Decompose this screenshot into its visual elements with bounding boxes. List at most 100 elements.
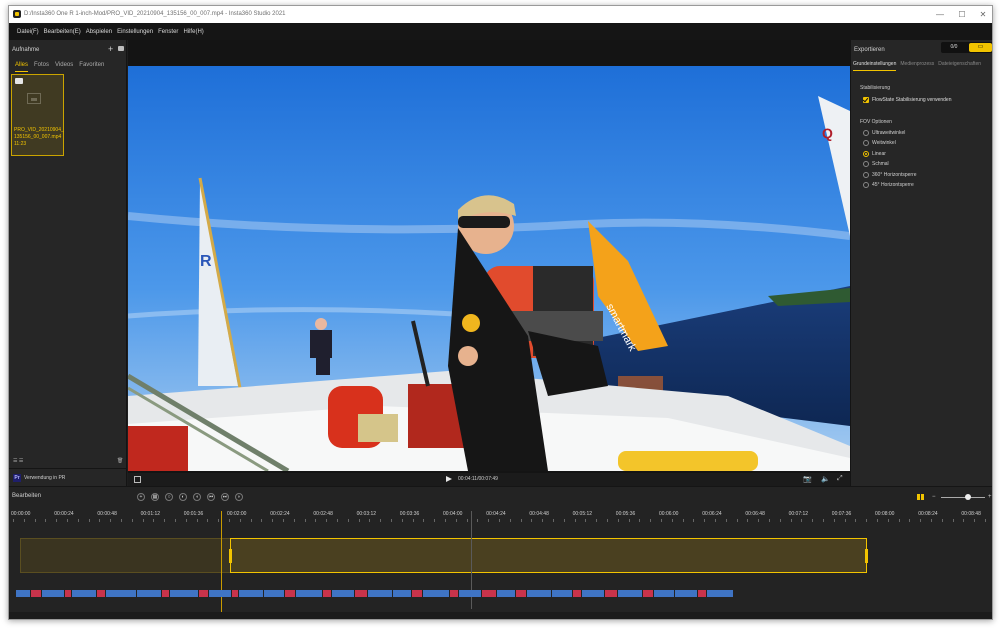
speed-segment-fast[interactable]	[162, 590, 169, 597]
speed-segment-fast[interactable]	[643, 590, 653, 597]
speed-segment-normal[interactable]	[393, 590, 411, 597]
fov-radio-45-horizontsperre[interactable]	[863, 182, 869, 188]
ruler-tick	[272, 519, 274, 522]
speed-segment-normal[interactable]	[137, 590, 161, 597]
speed-segment-normal[interactable]	[459, 590, 481, 597]
export-toggle[interactable]: 0/0 ▭	[941, 42, 992, 53]
tab-dateieigenschaften[interactable]: Dateieigenschaften	[938, 59, 981, 71]
speed-segment-fast[interactable]	[285, 590, 295, 597]
menu-einstellungen[interactable]: Einstellungen	[117, 29, 153, 35]
media-thumbnail[interactable]: PRO_VID_20210904_135156_00_007.mp4 11:23	[11, 74, 64, 156]
speed-segment-normal[interactable]	[707, 590, 733, 597]
timeline-scrollbar[interactable]	[9, 612, 992, 619]
fov-radio-linear[interactable]	[863, 151, 869, 157]
clip-end-handle[interactable]	[865, 549, 868, 563]
add-media-icon[interactable]: +	[108, 44, 113, 54]
snapshot-icon[interactable]: 📷	[803, 475, 812, 483]
timeline-mode-icon[interactable]	[917, 494, 924, 500]
close-button[interactable]: ✕	[972, 8, 992, 21]
speed-segment-normal[interactable]	[170, 590, 198, 597]
speed-segment-fast[interactable]	[605, 590, 617, 597]
keyframe-icon[interactable]: +	[137, 493, 145, 501]
reframe-icon[interactable]: ○	[165, 493, 173, 501]
fov-radio-ultraweitwinkel[interactable]	[863, 130, 869, 136]
fov-radio-schmal[interactable]	[863, 161, 869, 167]
play-button[interactable]	[446, 476, 452, 482]
speed-segment-normal[interactable]	[527, 590, 551, 597]
tab-medienprozess[interactable]: Medienprozess	[900, 59, 934, 71]
speed-segment-normal[interactable]	[72, 590, 96, 597]
speed-segment-normal[interactable]	[332, 590, 354, 597]
speed-segment-normal[interactable]	[618, 590, 642, 597]
premiere-row[interactable]: Pr Verwendung in PR	[9, 468, 127, 486]
speed-segment-normal[interactable]	[42, 590, 64, 597]
clip-start-handle[interactable]	[229, 549, 232, 563]
speed-segment-fast[interactable]	[65, 590, 71, 597]
speed-segment-fast[interactable]	[232, 590, 238, 597]
export-label[interactable]: Exportieren	[854, 47, 885, 53]
delete-icon[interactable]: 🗑	[117, 458, 123, 464]
speed-segment-normal[interactable]	[239, 590, 263, 597]
folder-icon[interactable]	[118, 46, 124, 51]
speed-segment-normal[interactable]	[106, 590, 136, 597]
speed-segment-normal[interactable]	[264, 590, 284, 597]
speed-segment-fast[interactable]	[31, 590, 41, 597]
ai-edit-icon[interactable]: ▦	[151, 493, 159, 501]
speed-segment-normal[interactable]	[423, 590, 449, 597]
volume-icon[interactable]: 🔈	[821, 475, 830, 483]
speed-segment-normal[interactable]	[552, 590, 572, 597]
speed-icon[interactable]: ◐	[179, 493, 187, 501]
speed-segment-fast[interactable]	[482, 590, 496, 597]
fov-radio-weitwinkel[interactable]	[863, 140, 869, 146]
speed-segment-normal[interactable]	[16, 590, 30, 597]
mark-in-icon[interactable]: ◖	[193, 493, 201, 501]
next-frame-icon[interactable]: ⏭	[221, 493, 229, 501]
speed-segment-normal[interactable]	[654, 590, 674, 597]
prev-frame-icon[interactable]: ⏮	[207, 493, 215, 501]
export-folder-icon[interactable]: ▭	[969, 43, 992, 52]
zoom-in-icon[interactable]: +	[988, 494, 992, 500]
tab-alles[interactable]: Alles	[15, 60, 29, 72]
speed-segment-fast[interactable]	[450, 590, 458, 597]
menu-datei[interactable]: Datei(F)	[17, 29, 39, 35]
ruler-tick	[563, 519, 565, 522]
zoom-slider-handle[interactable]	[965, 494, 971, 500]
menu-bearbeiten[interactable]: Bearbeiten(E)	[44, 29, 81, 35]
speed-segment-normal[interactable]	[368, 590, 392, 597]
ruler-tick	[974, 519, 976, 522]
fullscreen-icon[interactable]: ⤢	[837, 475, 843, 483]
playhead[interactable]	[221, 511, 222, 615]
menu-fenster[interactable]: Fenster	[158, 29, 178, 35]
split-view-icon[interactable]	[134, 476, 141, 483]
list-view-icon[interactable]: ☰ ☰	[13, 458, 23, 464]
speed-segment-fast[interactable]	[199, 590, 208, 597]
speed-segment-fast[interactable]	[323, 590, 331, 597]
tab-grundeinstellungen[interactable]: Grundeinstellungen	[853, 59, 897, 71]
ruler-label: 00:05:12	[572, 511, 593, 517]
menu-abspielen[interactable]: Abspielen	[86, 29, 112, 35]
zoom-slider-track[interactable]	[941, 497, 985, 498]
speed-segment-normal[interactable]	[582, 590, 604, 597]
speed-segment-fast[interactable]	[698, 590, 706, 597]
speed-segment-fast[interactable]	[516, 590, 526, 597]
speed-segment-normal[interactable]	[209, 590, 231, 597]
speed-segment-normal[interactable]	[497, 590, 515, 597]
batch-toggle-option[interactable]: 0/0	[941, 42, 967, 53]
tab-favoriten[interactable]: Favoriten	[79, 60, 104, 72]
flowstate-checkbox[interactable]	[863, 97, 869, 103]
speed-segment-normal[interactable]	[296, 590, 322, 597]
speed-segment-fast[interactable]	[412, 590, 422, 597]
tab-videos[interactable]: Videos	[55, 60, 73, 72]
speed-segment-fast[interactable]	[97, 590, 105, 597]
speed-segment-fast[interactable]	[573, 590, 581, 597]
speed-segment-normal[interactable]	[675, 590, 697, 597]
menu-hilfe[interactable]: Hilfe(H)	[183, 29, 203, 35]
speed-segment-fast[interactable]	[355, 590, 367, 597]
maximize-button[interactable]: ☐	[951, 8, 973, 21]
selected-clip[interactable]	[229, 538, 868, 573]
mark-out-icon[interactable]: ◗	[235, 493, 243, 501]
minimize-button[interactable]: —	[929, 8, 951, 21]
fov-radio-360-horizontsperre[interactable]	[863, 172, 869, 178]
zoom-out-icon[interactable]: −	[932, 494, 936, 500]
tab-fotos[interactable]: Fotos	[34, 60, 49, 72]
